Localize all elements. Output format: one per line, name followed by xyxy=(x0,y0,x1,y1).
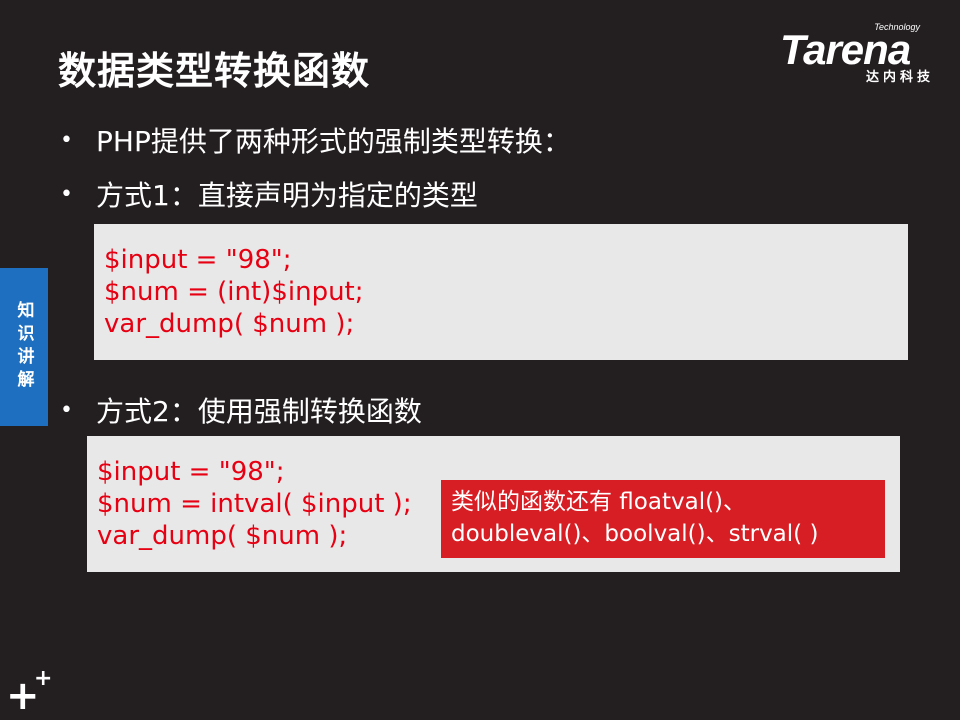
code-line: $input = "98"; xyxy=(104,245,292,275)
bullet-item: • PHP提供了两种形式的强制类型转换： xyxy=(60,120,571,160)
bullet-text: 方式2：使用强制转换函数 xyxy=(96,395,422,428)
code-block-1: $input = "98"; $num = (int)$input; var_d… xyxy=(94,224,908,360)
bullet-dot-icon: • xyxy=(60,127,73,153)
bullet-dot-icon: • xyxy=(60,181,73,207)
code-line: $num = (int)$input; xyxy=(104,277,364,307)
bullet-dot-icon: • xyxy=(60,397,73,423)
callout-line: doubleval()、boolval()、strval( ) xyxy=(451,521,819,547)
callout-note: 类似的函数还有 floatval()、 doubleval()、boolval(… xyxy=(441,480,885,558)
slide-title: 数据类型转换函数 xyxy=(58,49,371,93)
side-tab-label: 知识讲解 xyxy=(13,301,34,393)
tarena-logo: Technology Tarena 达内科技 xyxy=(780,22,950,85)
logo-subtitle: 达内科技 xyxy=(865,70,934,85)
callout-line: 类似的函数还有 floatval()、 xyxy=(451,489,747,515)
bullet-text: 方式1：直接声明为指定的类型 xyxy=(96,179,478,212)
side-tab-knowledge: 知识讲解 xyxy=(0,268,48,426)
code-line: var_dump( $num ); xyxy=(104,309,355,339)
bullet-item: • 方式2：使用强制转换函数 xyxy=(60,390,422,430)
bullet-item: • 方式1：直接声明为指定的类型 xyxy=(60,174,478,214)
bullet-text: PHP提供了两种形式的强制类型转换： xyxy=(96,125,571,158)
